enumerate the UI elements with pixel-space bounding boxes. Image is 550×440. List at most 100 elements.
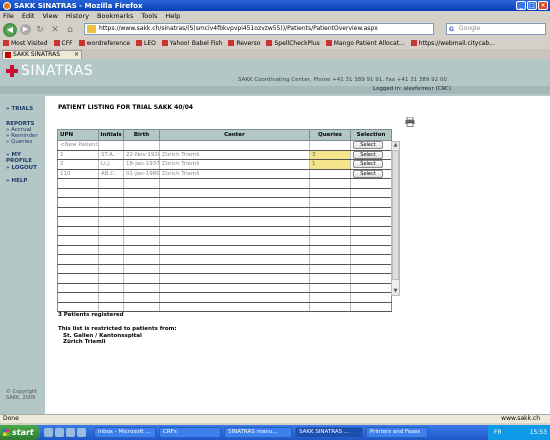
scroll-down-icon[interactable]: ▼ — [392, 288, 399, 295]
clock[interactable]: 15:53 — [530, 425, 547, 440]
bookmark-icon — [266, 40, 273, 46]
menu-bookmarks[interactable]: Bookmarks — [97, 12, 133, 20]
col-header-initials[interactable]: Initials — [98, 129, 124, 141]
restriction-site: Zürich Triemli — [63, 339, 106, 345]
status-domain: www.sakk.ch — [501, 415, 540, 422]
tab-label: SAKK SINATRAS — [13, 51, 61, 58]
select-button[interactable]: Select — [353, 141, 383, 150]
bookmark-item[interactable]: Mango Patient Allocat... — [325, 40, 405, 47]
bookmark-item[interactable]: wordreference — [78, 40, 130, 47]
taskbar-item-active[interactable]: SAKK SINATRAS ... — [295, 427, 363, 438]
empty-row — [57, 264, 392, 274]
site-identity-icon[interactable] — [87, 25, 96, 33]
bookmark-item[interactable]: SpellCheckPlus — [266, 40, 320, 47]
back-icon[interactable]: ◀ — [3, 22, 17, 37]
table-row[interactable]: 1 ST.A. 22-Nov-1928 Zürich Triemli 3 Sel… — [57, 150, 392, 160]
table-row[interactable]: 2 LI.J. 18-Jan-1937 Zürich Triemli 1 Sel… — [57, 159, 392, 170]
cell-upn: 110 — [57, 169, 99, 179]
taskbar-item[interactable]: Inbox - Microsoft ... — [94, 427, 156, 438]
quick-launch-icon[interactable] — [77, 428, 86, 437]
scroll-thumb[interactable] — [392, 150, 399, 280]
empty-row — [57, 235, 392, 246]
sidebar-item-help[interactable]: » HELP — [6, 178, 27, 184]
bookmarks-toolbar: Most Visited CFF wordreference LEO Yahoo… — [0, 38, 550, 48]
quick-launch-icon[interactable] — [55, 428, 64, 437]
menu-help[interactable]: Help — [165, 12, 180, 20]
cell-initials: LI.J. — [98, 159, 124, 170]
home-icon[interactable]: ⌂ — [64, 25, 76, 35]
close-button[interactable]: × — [538, 1, 548, 10]
col-header-upn[interactable]: UPN — [57, 129, 99, 141]
language-indicator[interactable]: FR — [494, 429, 502, 436]
menu-edit[interactable]: Edit — [22, 12, 35, 20]
bookmark-item[interactable]: CFF — [53, 40, 73, 47]
cell-center: Zürich Triemli — [159, 150, 310, 160]
empty-row — [57, 216, 392, 227]
url-input[interactable]: https://www.sakk.ch/sinatras/(S(smciv4fb… — [84, 23, 434, 35]
cell-center: Zürich Triemli — [159, 159, 310, 170]
cell-upn: 1 — [57, 150, 99, 160]
stop-icon[interactable]: ✕ — [49, 25, 61, 35]
menu-history[interactable]: History — [66, 12, 89, 20]
scroll-up-icon[interactable]: ▲ — [392, 142, 399, 149]
system-tray: FR 15:53 — [488, 425, 550, 440]
start-button[interactable]: start — [0, 425, 40, 440]
select-button[interactable]: Select — [353, 169, 383, 178]
tab-sakk-sinatras[interactable]: SAKK SINATRAS × — [2, 50, 82, 59]
taskbar-item[interactable]: Printers and Faxes — [366, 427, 428, 438]
col-header-center[interactable]: Center — [159, 129, 310, 141]
table-row-new-patient[interactable]: <New Patient> Select — [57, 140, 392, 151]
taskbar-item[interactable]: SINATRAS manu... — [224, 427, 292, 438]
logo-text: SINATRAS — [21, 63, 94, 79]
status-text: Done — [3, 415, 19, 422]
empty-row — [57, 283, 392, 293]
empty-row — [57, 273, 392, 284]
bookmark-item[interactable]: https://webmail.citycab... — [410, 40, 495, 47]
cell-queries[interactable]: 1 — [309, 159, 351, 170]
search-input[interactable]: G Google — [446, 23, 546, 35]
quick-launch-icon[interactable] — [66, 428, 75, 437]
patient-table: UPN Initials Birth Center Queries Select… — [57, 129, 392, 312]
patient-count: 3 Patients registered — [58, 312, 124, 318]
maximize-button[interactable]: □ — [527, 1, 537, 10]
cross-logo-icon — [6, 65, 18, 77]
cell-queries[interactable]: 3 — [309, 150, 351, 160]
quick-launch-icon[interactable] — [44, 428, 53, 437]
tab-bar: SAKK SINATRAS × — [0, 49, 550, 59]
window-titlebar: SAKK SINATRAS - Mozilla Firefox _ □ × — [0, 0, 550, 11]
forward-icon[interactable]: ▶ — [20, 24, 31, 35]
taskbar-item[interactable]: CRFs — [159, 427, 221, 438]
col-header-birth[interactable]: Birth — [123, 129, 160, 141]
select-button[interactable]: Select — [353, 150, 383, 159]
table-row[interactable]: 110 AB.C. 01-Jan-1980 Zürich Triemli Sel… — [57, 169, 392, 179]
sidebar-item-queries[interactable]: » Queries — [6, 139, 32, 145]
table-scrollbar[interactable]: ▲ ▼ — [391, 141, 400, 296]
google-icon: G — [449, 26, 454, 33]
windows-taskbar: start Inbox - Microsoft ... CRFs SINATRA… — [0, 425, 550, 440]
bookmark-item[interactable]: Yahoo! Babel Fish — [161, 40, 222, 47]
menu-view[interactable]: View — [42, 12, 57, 20]
menu-file[interactable]: File — [3, 12, 14, 20]
sidebar-item-logout[interactable]: » LOGOUT — [6, 165, 37, 171]
cell-upn: 2 — [57, 159, 99, 170]
menu-bar: File Edit View History Bookmarks Tools H… — [0, 11, 550, 20]
bookmark-icon — [228, 40, 235, 46]
bookmark-item[interactable]: LEO — [136, 40, 156, 47]
col-header-queries[interactable]: Queries — [309, 129, 351, 141]
close-tab-icon[interactable]: × — [74, 51, 79, 59]
sidebar: » TRIALS REPORTS » Accrual » Reminder » … — [0, 96, 45, 414]
menu-tools[interactable]: Tools — [141, 12, 157, 20]
sidebar-item-my-profile[interactable]: » MY PROFILE — [6, 152, 45, 164]
reload-icon[interactable]: ↻ — [34, 25, 46, 35]
select-button[interactable]: Select — [353, 160, 383, 169]
minimize-button[interactable]: _ — [516, 1, 526, 10]
sidebar-item-trials[interactable]: » TRIALS — [6, 106, 33, 112]
cell-queries — [309, 169, 351, 179]
bookmark-item[interactable]: Most Visited — [3, 40, 48, 47]
login-bar: Logged in: alexferreur (CRC) — [0, 86, 550, 94]
bookmark-item[interactable]: Reverso — [228, 40, 260, 47]
empty-row — [57, 197, 392, 208]
new-patient-link[interactable]: <New Patient> — [57, 140, 99, 151]
print-icon[interactable] — [405, 117, 415, 127]
quick-launch — [44, 428, 86, 437]
